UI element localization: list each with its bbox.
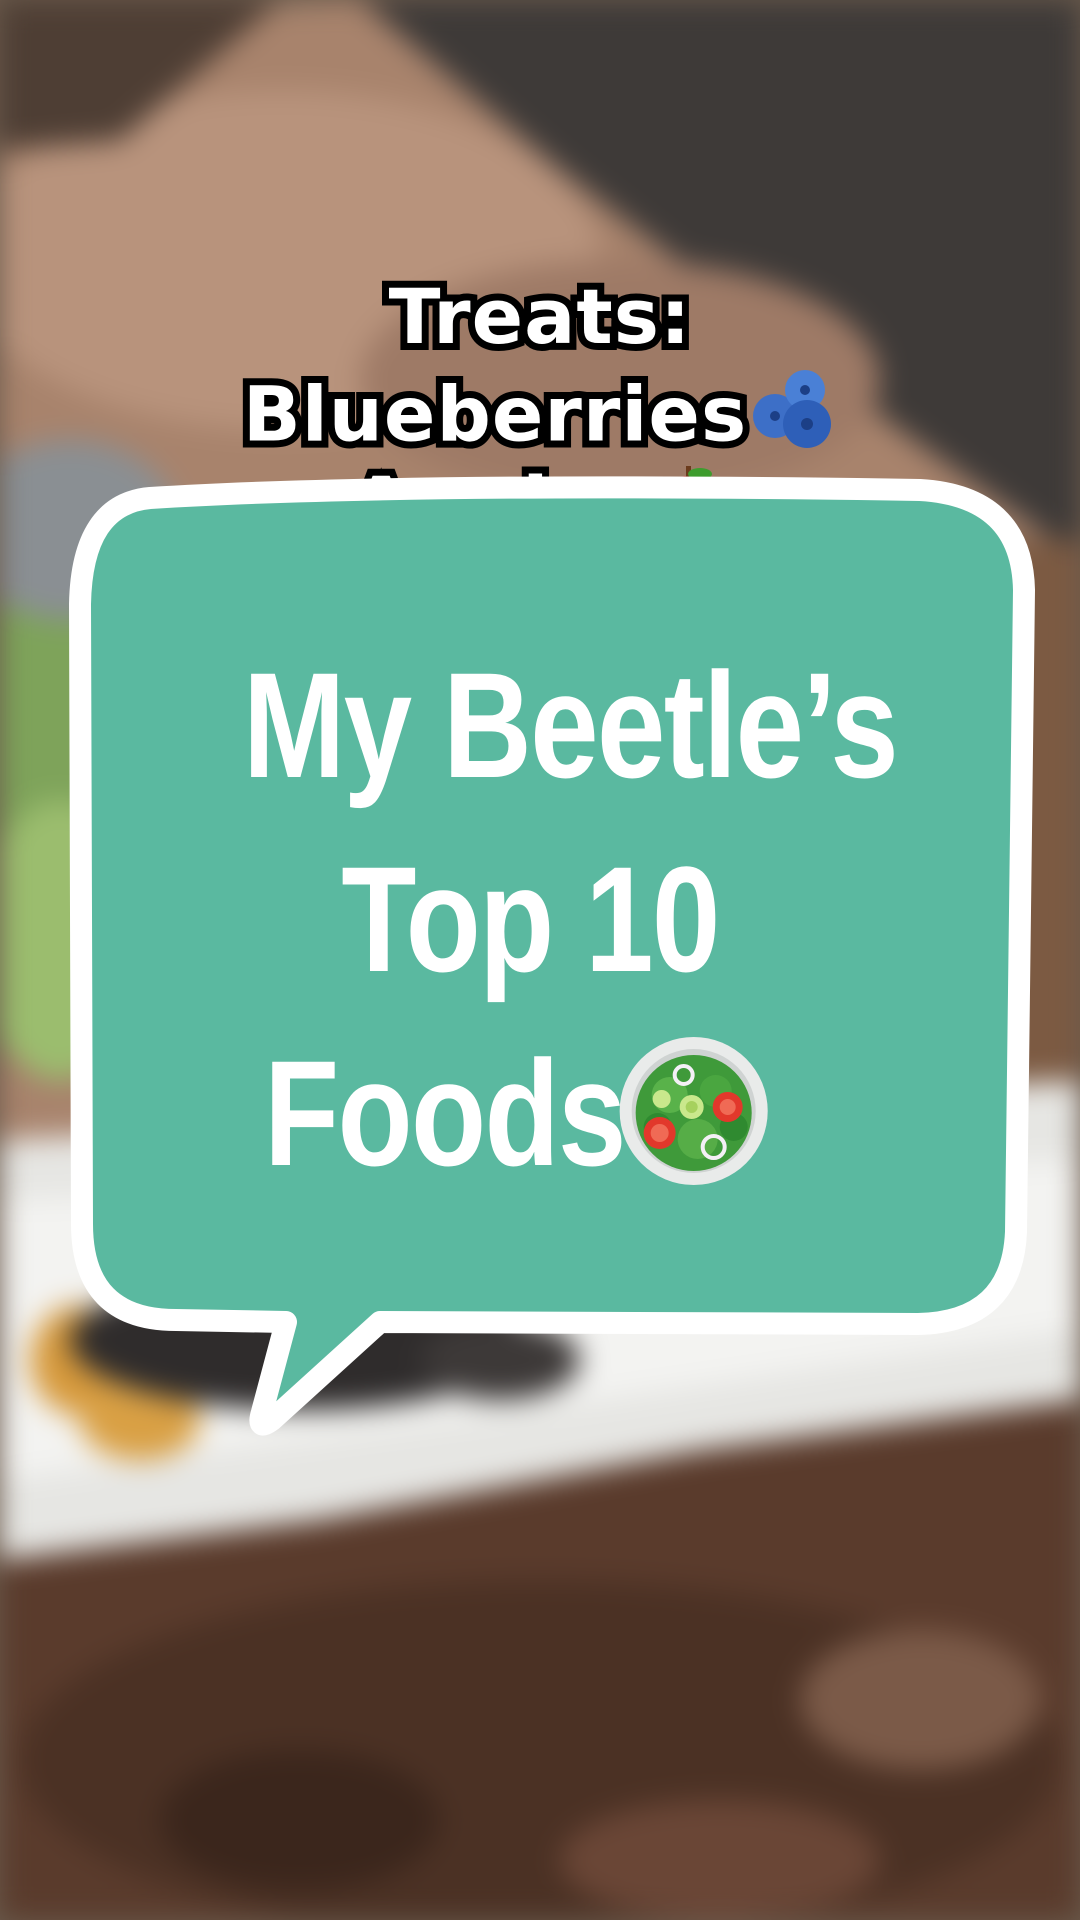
salad-icon [618,1035,770,1187]
title-text-foods: Foods [264,1029,626,1197]
video-frame: Treats: Blueberries Apples [0,0,1080,1920]
bubble-title-line-2: Top 10 [153,824,907,1014]
bubble-title-line-1: My Beetle’s [193,630,947,820]
bubble-title-line-3: Foods [133,1018,887,1208]
title-text-top-10: Top 10 [341,835,720,1003]
speech-bubble: My Beetle’s Top 10 Foods [0,0,1080,1920]
title-text-my-beetles: My Beetle’s [242,641,899,809]
